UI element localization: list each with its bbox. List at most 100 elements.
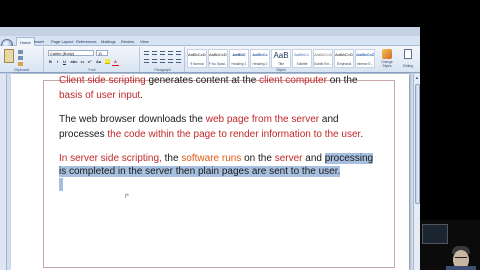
background-monitor — [422, 224, 448, 244]
scroll-thumb[interactable] — [415, 84, 420, 204]
style-normal[interactable]: AaBbCcDc ¶ Normal — [187, 49, 207, 68]
style-sample: AaBbC — [232, 52, 246, 57]
font-group: Calibri (Body) 11 B I U abc x₂ x² Aa A F… — [45, 47, 140, 72]
tab-references[interactable]: References — [73, 37, 99, 46]
font-size-select[interactable]: 11 — [96, 50, 108, 56]
clipboard-group: Clipboard — [0, 47, 44, 72]
align-left-icon[interactable] — [144, 59, 149, 63]
style-sample: AaBbCcDc — [335, 52, 353, 57]
paragraph-2-line-1[interactable]: The web browser downloads the web page f… — [59, 112, 339, 127]
line-spacing-icon[interactable] — [176, 59, 181, 63]
text-run: and — [319, 114, 339, 125]
style-intense-emphasis[interactable]: AaBbCcDc Intense E... — [355, 49, 375, 68]
tab-view[interactable]: View — [137, 37, 152, 46]
style-no-spacing[interactable]: AaBbCcDc ¶ No Spaci... — [208, 49, 228, 68]
paragraph-3-line-2[interactable]: is completed in the server then plain pa… — [59, 164, 341, 179]
multilevel-list-icon[interactable] — [160, 51, 165, 55]
ribbon-tab-bar: Home Insert Page Layout References Maili… — [0, 36, 420, 51]
styles-label: Styles — [276, 68, 286, 72]
text-server-side-scripting: In server side scripting, — [59, 153, 162, 164]
paragraph-label: Paragraph — [154, 68, 171, 72]
editing-button[interactable]: Editing — [398, 48, 418, 68]
style-heading-2[interactable]: AaBbCc Heading 2 — [250, 49, 270, 68]
font-name-select[interactable]: Calibri (Body) — [48, 50, 94, 56]
underline-button[interactable]: U — [62, 59, 67, 64]
font-color-button[interactable]: A — [113, 59, 118, 64]
style-subtitle[interactable]: AaBbCc. Subtitle — [292, 49, 312, 68]
text-client-computer: client computer — [259, 75, 327, 86]
style-sample: AaBbCcDc — [188, 52, 206, 57]
font-color-bar — [112, 65, 119, 66]
text-run: on the — [326, 75, 358, 86]
highlight-icon[interactable] — [105, 59, 110, 64]
align-center-icon[interactable] — [152, 59, 157, 63]
subscript-button[interactable]: x₂ — [80, 59, 85, 64]
style-name: Heading 1 — [231, 62, 247, 66]
style-name: ¶ Normal — [190, 62, 204, 66]
text-run: and — [302, 153, 325, 164]
numbering-icon[interactable] — [152, 51, 157, 55]
style-name: Title — [277, 62, 285, 66]
change-styles-icon — [382, 49, 392, 59]
selection-highlight — [59, 178, 63, 191]
format-painter-icon[interactable] — [18, 62, 23, 66]
text-web-page-from-server: web page from the server — [205, 114, 320, 125]
ribbon-home: Clipboard Calibri (Body) 11 B I U abc x₂… — [0, 46, 420, 73]
style-sample: AaB — [273, 51, 289, 60]
change-case-button[interactable]: Aa — [95, 59, 102, 64]
text-run: . — [360, 129, 364, 140]
vertical-scrollbar[interactable]: ▲ — [413, 74, 420, 270]
align-right-icon[interactable] — [160, 59, 165, 63]
style-subtle-emphasis[interactable]: AaBbCcDc Subtle Em... — [313, 49, 333, 68]
text-code-within-page: the code within the page to render infor… — [107, 129, 361, 140]
style-heading-1[interactable]: AaBbC Heading 1 — [229, 49, 249, 68]
text-server: server — [274, 153, 303, 164]
selected-text-processing: processing — [324, 153, 374, 164]
paragraph-2-line-2[interactable]: processes the code within the page to re… — [59, 127, 363, 142]
copy-icon[interactable] — [18, 56, 23, 60]
paste-icon[interactable] — [4, 49, 14, 63]
text-client-side-scripting: Client side scripting — [59, 75, 146, 86]
webcam-overlay — [420, 220, 480, 270]
text-run: . — [140, 90, 143, 101]
tab-insert[interactable]: Insert — [31, 37, 47, 46]
mouse-cursor-icon: I* — [125, 194, 130, 200]
style-name: ¶ No Spaci... — [209, 62, 227, 66]
change-styles-button[interactable]: Change Styles — [378, 48, 396, 68]
presenter-shirt — [446, 266, 476, 270]
paragraph-1-line-2[interactable]: basis of user input. — [59, 88, 143, 103]
style-sample: AaBbCcDc — [209, 52, 227, 57]
style-sample: AaBbCcDc — [314, 52, 332, 57]
tab-mailings[interactable]: Mailings — [98, 37, 119, 46]
style-name: Emphasis — [336, 62, 352, 66]
cut-icon[interactable] — [18, 50, 23, 54]
decrease-indent-icon[interactable] — [168, 51, 173, 55]
change-styles-label: Change Styles — [381, 60, 393, 68]
scroll-up-icon[interactable]: ▲ — [414, 74, 420, 81]
text-basis-of-user-input: basis of user input — [59, 90, 141, 101]
presenter-glasses — [455, 257, 467, 260]
binoculars-icon — [404, 49, 412, 59]
selected-text-line: is completed in the server then plain pa… — [59, 166, 341, 177]
paragraph-group: Paragraph — [141, 47, 185, 72]
text-run: processes — [59, 129, 108, 140]
tab-review[interactable]: Review — [118, 37, 137, 46]
editing-label: Editing — [402, 64, 414, 68]
paragraph-1-line-1[interactable]: Client side scripting generates content … — [59, 73, 358, 88]
superscript-button[interactable]: x² — [87, 59, 92, 64]
vertical-ruler — [0, 74, 7, 270]
text-run: the — [161, 153, 182, 164]
style-sample: AaBbCc — [252, 52, 268, 57]
style-name: Subtitle — [296, 62, 308, 66]
strikethrough-button[interactable]: abc — [70, 59, 78, 64]
italic-button[interactable]: I — [55, 59, 60, 64]
increase-indent-icon[interactable] — [176, 51, 181, 55]
bold-button[interactable]: B — [48, 59, 53, 64]
style-name: Subtle Em... — [314, 62, 332, 66]
bullets-icon[interactable] — [144, 51, 149, 55]
styles-group: AaBbCcDc ¶ Normal AaBbCcDc ¶ No Spaci...… — [186, 47, 376, 72]
justify-icon[interactable] — [168, 59, 173, 63]
style-name: Heading 2 — [252, 62, 268, 66]
style-emphasis[interactable]: AaBbCcDc Emphasis — [334, 49, 354, 68]
style-title[interactable]: AaB Title — [271, 49, 291, 68]
